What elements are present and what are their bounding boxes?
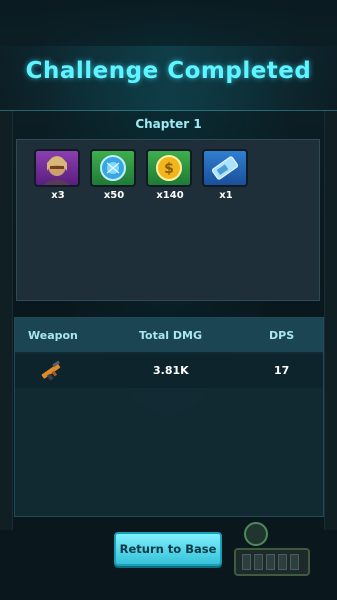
energy-segment	[266, 554, 275, 570]
column-header-dps: DPS	[269, 329, 295, 342]
column-header-weapon: Weapon	[28, 329, 78, 342]
reward-quantity: x3	[51, 190, 65, 201]
character-portrait-icon	[34, 149, 80, 187]
rewards-panel: x3 x50 $ x140 x1	[16, 139, 320, 301]
table-header: Weapon Total DMG DPS	[15, 318, 323, 352]
energy-segment	[254, 554, 263, 570]
energy-bar	[234, 548, 310, 576]
reward-item[interactable]: $ x140	[146, 149, 194, 201]
reward-quantity: x1	[219, 190, 233, 201]
blue-orb-icon	[90, 149, 136, 187]
return-to-base-button[interactable]: Return to Base	[114, 532, 222, 566]
dps-value: 17	[274, 364, 290, 377]
table-row: 3.81K 17	[15, 354, 323, 388]
energy-segment	[290, 554, 299, 570]
energy-segment	[278, 554, 287, 570]
reward-item[interactable]: x1	[202, 149, 250, 201]
gold-coin-icon: $	[146, 149, 192, 187]
total-dmg-value: 3.81K	[153, 364, 189, 377]
energy-segment	[242, 554, 251, 570]
chapter-label: Chapter 1	[135, 117, 202, 131]
reward-quantity: x50	[103, 190, 125, 201]
column-header-total-dmg: Total DMG	[139, 329, 202, 342]
rifle-icon	[39, 360, 65, 386]
page-title: Challenge Completed	[25, 58, 312, 84]
reward-item[interactable]: x50	[90, 149, 138, 201]
reward-quantity: x140	[156, 190, 184, 201]
ticket-icon	[202, 149, 248, 187]
reward-item[interactable]: x3	[34, 149, 82, 201]
svg-text:$: $	[164, 161, 174, 177]
damage-stats-table: Weapon Total DMG DPS 3.81K 17	[14, 317, 324, 517]
gear-icon	[244, 522, 268, 546]
